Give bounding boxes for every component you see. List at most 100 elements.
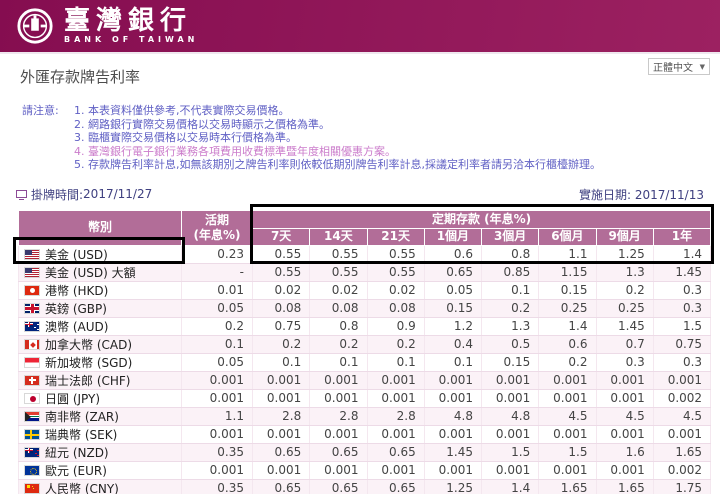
col-header-term: 14天 — [310, 228, 367, 245]
language-select-value: 正體中文 — [653, 59, 693, 74]
quote-time-label: 掛牌時間: — [31, 186, 83, 203]
term-rate-cell: 0.2 — [367, 335, 424, 353]
demand-rate-cell: 0.35 — [182, 479, 253, 494]
language-select[interactable]: 正體中文 ▼ — [648, 58, 710, 75]
term-rate-cell: 0.65 — [367, 479, 424, 494]
note-item: 3. 臨櫃實際交易價格以交易時本行價格為準。 — [74, 131, 601, 145]
chevron-down-icon: ▼ — [700, 63, 705, 71]
term-rate-cell: 0.65 — [310, 479, 367, 494]
table-row: 澳幣 (AUD)0.20.750.80.91.21.31.41.451.5 — [19, 317, 711, 335]
dates-row: 掛牌時間: 2017/11/27 實施日期: 2017/11/13 — [16, 186, 704, 203]
term-rate-cell: 0.55 — [253, 245, 310, 263]
term-rate-cell: 4.5 — [653, 407, 710, 425]
term-rate-cell: 0.85 — [482, 263, 539, 281]
term-rate-cell: 0.001 — [482, 461, 539, 479]
table-row: 港幣 (HKD)0.010.020.020.020.050.10.150.20.… — [19, 281, 711, 299]
term-rate-cell: 0.001 — [367, 371, 424, 389]
table-row: 瑞士法郎 (CHF)0.0010.0010.0010.0010.0010.001… — [19, 371, 711, 389]
table-row: 新加坡幣 (SGD)0.050.10.10.10.10.150.20.30.3 — [19, 353, 711, 371]
term-rate-cell: 0.65 — [253, 479, 310, 494]
term-rate-cell: 0.8 — [482, 245, 539, 263]
col-header-term: 3個月 — [482, 228, 539, 245]
note-item: 1. 本表資料僅供參考,不代表實際交易價格。 — [74, 104, 601, 118]
term-rate-cell: 0.75 — [253, 317, 310, 335]
term-rate-cell: 0.1 — [310, 353, 367, 371]
term-rate-cell: 0.2 — [596, 281, 653, 299]
demand-rate-cell: 0.001 — [182, 425, 253, 443]
note-item-fee-link[interactable]: 4. 臺灣銀行電子銀行業務各項費用收費標準暨年度相關優惠方案。 — [74, 145, 601, 159]
term-rate-cell: 0.9 — [367, 317, 424, 335]
term-rate-cell: 0.001 — [482, 371, 539, 389]
term-rate-cell: 1.1 — [539, 245, 596, 263]
col-header-term: 1年 — [653, 228, 710, 245]
monitor-icon — [16, 190, 27, 198]
currency-cell: 紐元 (NZD) — [19, 443, 182, 461]
term-rate-cell: 0.001 — [367, 425, 424, 443]
demand-rate-cell: 0.05 — [182, 299, 253, 317]
demand-rate-cell: - — [182, 263, 253, 281]
term-rate-cell: 2.8 — [367, 407, 424, 425]
table-row: 紐元 (NZD)0.350.650.650.651.451.51.51.61.6… — [19, 443, 711, 461]
table-row: 歐元 (EUR)0.0010.0010.0010.0010.0010.0010.… — [19, 461, 711, 479]
term-rate-cell: 0.1 — [424, 353, 481, 371]
term-rate-cell: 1.15 — [539, 263, 596, 281]
term-rate-cell: 0.5 — [482, 335, 539, 353]
col-header-term: 9個月 — [596, 228, 653, 245]
demand-rate-cell: 0.01 — [182, 281, 253, 299]
table-row: 南非幣 (ZAR)1.12.82.82.84.84.84.54.54.5 — [19, 407, 711, 425]
term-rate-cell: 0.001 — [310, 371, 367, 389]
col-header-demand-line1: 活期 — [182, 213, 252, 228]
term-rate-cell: 0.001 — [424, 425, 481, 443]
term-rate-cell: 0.05 — [424, 281, 481, 299]
term-rate-cell: 0.001 — [482, 389, 539, 407]
term-rate-cell: 0.001 — [539, 461, 596, 479]
term-rate-cell: 0.08 — [367, 299, 424, 317]
table-row: 美金 (USD)0.230.550.550.550.60.81.11.251.4 — [19, 245, 711, 263]
effective-date-value: 2017/11/13 — [635, 188, 704, 202]
term-rate-cell: 0.6 — [424, 245, 481, 263]
page-title: 外匯存款牌告利率 — [20, 66, 720, 87]
term-rate-cell: 4.5 — [596, 407, 653, 425]
term-rate-cell: 0.001 — [424, 371, 481, 389]
term-rate-cell: 0.2 — [539, 353, 596, 371]
ca-flag-icon — [24, 339, 40, 350]
term-rate-cell: 0.001 — [424, 389, 481, 407]
term-rate-cell: 0.65 — [310, 443, 367, 461]
term-rate-cell: 2.8 — [253, 407, 310, 425]
term-rate-cell: 0.55 — [310, 245, 367, 263]
col-header-time-deposit: 定期存款 (年息%) — [253, 210, 711, 228]
fx-deposit-rates-table: 幣別 活期 (年息%) 定期存款 (年息%) 7天 14天 21天 1個月 3個… — [18, 210, 711, 494]
currency-cell: 歐元 (EUR) — [19, 461, 182, 479]
sg-flag-icon — [24, 357, 40, 368]
note-item: 2. 網路銀行實際交易價格以交易時顯示之價格為準。 — [74, 118, 601, 132]
term-rate-cell: 0.15 — [424, 299, 481, 317]
currency-cell: 日圓 (JPY) — [19, 389, 182, 407]
ch-flag-icon — [24, 375, 40, 386]
term-rate-cell: 0.001 — [539, 425, 596, 443]
eu-flag-icon — [24, 465, 40, 476]
term-rate-cell: 0.001 — [253, 425, 310, 443]
term-rate-cell: 0.65 — [424, 263, 481, 281]
currency-cell: 澳幣 (AUD) — [19, 317, 182, 335]
term-rate-cell: 0.002 — [653, 389, 710, 407]
term-rate-cell: 0.75 — [653, 335, 710, 353]
term-rate-cell: 1.2 — [424, 317, 481, 335]
term-rate-cell: 1.65 — [653, 443, 710, 461]
hk-flag-icon — [24, 285, 40, 296]
term-rate-cell: 0.4 — [424, 335, 481, 353]
term-rate-cell: 1.4 — [653, 245, 710, 263]
term-rate-cell: 0.001 — [653, 425, 710, 443]
col-header-demand-line2: (年息%) — [182, 228, 252, 243]
term-rate-cell: 0.3 — [653, 281, 710, 299]
term-rate-cell: 0.08 — [310, 299, 367, 317]
term-rate-cell: 0.8 — [310, 317, 367, 335]
term-rate-cell: 0.25 — [539, 299, 596, 317]
term-rate-cell: 0.2 — [310, 335, 367, 353]
term-rate-cell: 0.001 — [367, 461, 424, 479]
currency-cell: 加拿大幣 (CAD) — [19, 335, 182, 353]
currency-cell: 瑞士法郎 (CHF) — [19, 371, 182, 389]
term-rate-cell: 0.2 — [482, 299, 539, 317]
demand-rate-cell: 0.05 — [182, 353, 253, 371]
table-row: 美金 (USD) 大額-0.550.550.550.650.851.151.31… — [19, 263, 711, 281]
term-rate-cell: 0.3 — [653, 299, 710, 317]
